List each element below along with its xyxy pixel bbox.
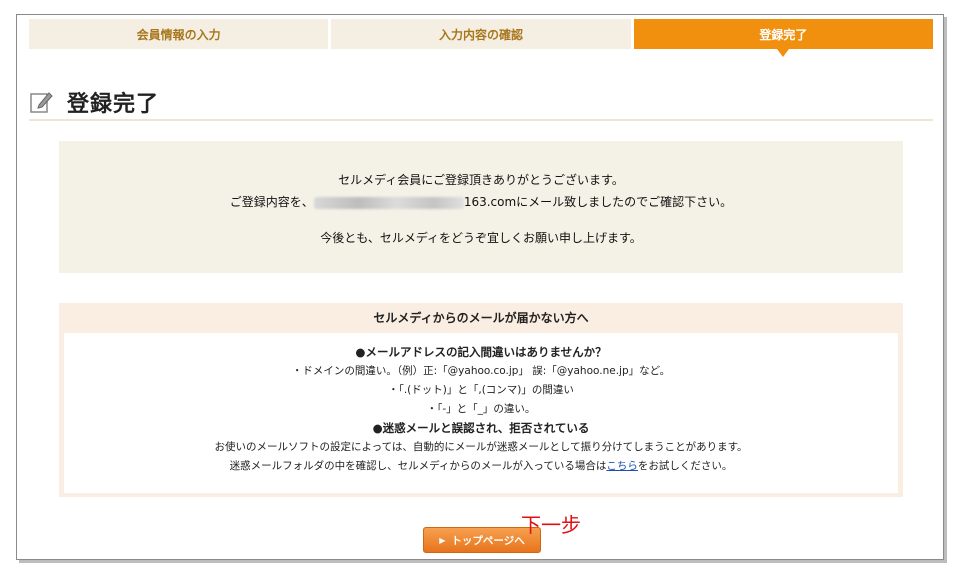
completion-message: セルメディ会員にご登録頂きありがとうございます。 ご登録内容を、 163.comに… (59, 141, 903, 273)
mail-trouble-body: ●メールアドレスの記入間違いはありませんか？ ・ドメインの間違い。（例）正:「@… (64, 333, 898, 493)
tip-line: ・「-」と「_」の違い。 (426, 403, 536, 415)
closing-text: 今後とも、セルメディをどうぞ宜しくお願い申し上げます。 (320, 231, 642, 245)
email-notice-prefix: ご登録内容を、 (229, 195, 314, 209)
step-label: 入力内容の確認 (438, 27, 523, 42)
step-complete: 登録完了 (633, 19, 933, 57)
mail-trouble-box: セルメディからのメールが届かない方へ ●メールアドレスの記入間違いはありませんか… (59, 303, 903, 497)
section-heading: ●メールアドレスの記入間違いはありませんか？ (355, 345, 607, 359)
progress-steps: 会員情報の入力 入力内容の確認 登録完了 (29, 19, 933, 57)
section-heading: ●迷惑メールと誤認され、拒否されている (372, 421, 590, 435)
tip-line: ・ドメインの間違い。（例）正:「@yahoo.co.jp」 誤:「@yahoo.… (291, 365, 671, 377)
help-link[interactable]: こちら (606, 460, 638, 472)
page-heading: 登録完了 (29, 85, 933, 121)
page-frame: 会員情報の入力 入力内容の確認 登録完了 登録完了 セルメディ会員にご登録頂きあ… (16, 14, 944, 560)
email-notice: ご登録内容を、 163.comにメール致しましたのでご確認下さい。 (59, 191, 903, 213)
tip-text: 迷惑メールフォルダの中を確認し、セルメディからのメールが入っている場合は (229, 460, 607, 472)
tip-text: をお試しください。 (637, 460, 733, 472)
thanks-text: セルメディ会員にご登録頂きありがとうございます。 (338, 173, 624, 187)
step-label: 登録完了 (759, 27, 808, 42)
tip-line: 迷惑メールフォルダの中を確認し、セルメディからのメールが入っている場合はこちらを… (64, 457, 898, 476)
mail-trouble-title: セルメディからのメールが届かない方へ (373, 311, 589, 325)
annotation-text: 下一步 (521, 513, 581, 537)
step-label: 会員情報の入力 (136, 27, 221, 42)
step-confirm: 入力内容の確認 (331, 19, 631, 49)
play-arrow-icon: ▶ (439, 535, 446, 545)
email-notice-rest: にメール致しましたのでご確認下さい。 (516, 195, 733, 209)
step-member-info: 会員情報の入力 (29, 19, 329, 49)
page-title: 登録完了 (67, 92, 160, 117)
email-domain: 163.com (463, 195, 517, 209)
redacted-email (313, 196, 464, 209)
top-page-button-label: トップページへ (451, 534, 525, 547)
edit-note-icon (29, 90, 53, 114)
tip-line: ・「.(ドット)」と「,(コンマ)」の間違い (388, 384, 574, 396)
tip-line: お使いのメールソフトの設定によっては、自動的にメールが迷惑メールとして振り分けて… (214, 441, 748, 453)
